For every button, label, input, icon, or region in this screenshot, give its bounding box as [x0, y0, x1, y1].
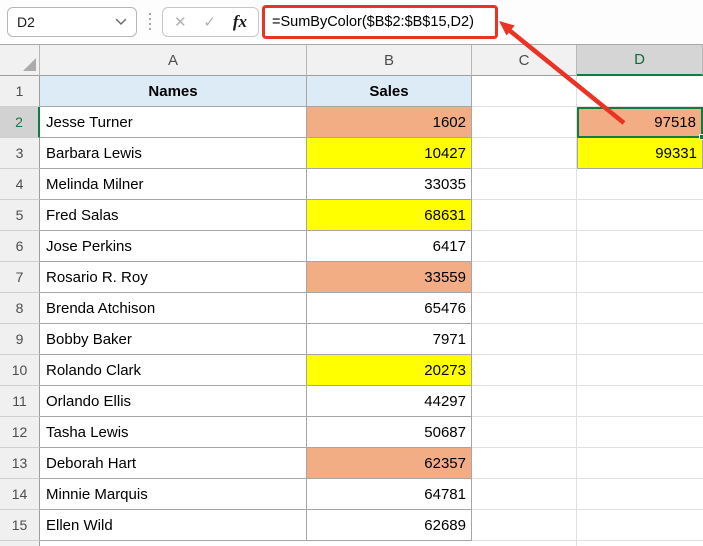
- formula-button-group: ✕ ✓ fx: [162, 7, 259, 37]
- sales-cell[interactable]: 20273: [307, 355, 472, 386]
- select-all-triangle-icon: [23, 58, 36, 71]
- names-column-title[interactable]: Names: [40, 76, 307, 107]
- sales-cell[interactable]: 65476: [307, 293, 472, 324]
- sales-cell[interactable]: 50687: [307, 417, 472, 448]
- name-cell[interactable]: Rolando Clark: [40, 355, 307, 386]
- chevron-down-icon: [115, 18, 127, 26]
- row-header[interactable]: 9: [0, 324, 40, 355]
- name-box-value: D2: [17, 14, 115, 30]
- name-cell[interactable]: Brenda Atchison: [40, 293, 307, 324]
- sales-cell[interactable]: 62357: [307, 448, 472, 479]
- row-header[interactable]: 13: [0, 448, 40, 479]
- name-cell[interactable]: Bobby Baker: [40, 324, 307, 355]
- column-header-b[interactable]: B: [307, 45, 472, 76]
- row-header-partial: [0, 541, 40, 546]
- name-cell[interactable]: Deborah Hart: [40, 448, 307, 479]
- name-cell[interactable]: Orlando Ellis: [40, 386, 307, 417]
- column-header-d[interactable]: D: [577, 45, 703, 76]
- sales-cell[interactable]: 7971: [307, 324, 472, 355]
- row-header[interactable]: 10: [0, 355, 40, 386]
- column-header-a[interactable]: A: [40, 45, 307, 76]
- insert-function-button[interactable]: fx: [233, 12, 247, 32]
- formula-input[interactable]: =SumByColor($B$2:$B$15,D2): [262, 5, 498, 39]
- formula-text: =SumByColor($B$2:$B$15,D2): [272, 14, 474, 30]
- cancel-button[interactable]: ✕: [174, 13, 187, 31]
- spreadsheet-grid: A B C D 1 Names Sales 2 Jesse Turner 160…: [0, 45, 703, 546]
- sales-cell[interactable]: 62689: [307, 510, 472, 541]
- row-header[interactable]: 2: [0, 107, 40, 138]
- name-cell[interactable]: Tasha Lewis: [40, 417, 307, 448]
- name-cell[interactable]: Rosario R. Roy: [40, 262, 307, 293]
- row-header[interactable]: 12: [0, 417, 40, 448]
- row-header[interactable]: 4: [0, 169, 40, 200]
- name-cell[interactable]: Ellen Wild: [40, 510, 307, 541]
- formula-bar-divider: [149, 13, 151, 30]
- sales-column-title[interactable]: Sales: [307, 76, 472, 107]
- row-header[interactable]: 6: [0, 231, 40, 262]
- sales-cell[interactable]: 33559: [307, 262, 472, 293]
- sales-cell[interactable]: 10427: [307, 138, 472, 169]
- column-header-c[interactable]: C: [472, 45, 577, 76]
- name-cell[interactable]: Jose Perkins: [40, 231, 307, 262]
- sales-cell[interactable]: 6417: [307, 231, 472, 262]
- name-cell[interactable]: Melinda Milner: [40, 169, 307, 200]
- sales-cell[interactable]: 68631: [307, 200, 472, 231]
- row-header[interactable]: 11: [0, 386, 40, 417]
- row-header[interactable]: 5: [0, 200, 40, 231]
- name-cell[interactable]: Fred Salas: [40, 200, 307, 231]
- sales-cell[interactable]: 64781: [307, 479, 472, 510]
- sales-cell[interactable]: 33035: [307, 169, 472, 200]
- name-cell[interactable]: Jesse Turner: [40, 107, 307, 138]
- enter-button[interactable]: ✓: [203, 13, 216, 31]
- fill-handle[interactable]: [699, 134, 703, 140]
- row-header[interactable]: 8: [0, 293, 40, 324]
- result-cell-d3[interactable]: 99331: [577, 138, 703, 169]
- row-header[interactable]: 15: [0, 510, 40, 541]
- row-header[interactable]: 14: [0, 479, 40, 510]
- name-cell[interactable]: Barbara Lewis: [40, 138, 307, 169]
- sales-cell[interactable]: 1602: [307, 107, 472, 138]
- row-header[interactable]: 1: [0, 76, 40, 107]
- select-all-corner[interactable]: [0, 45, 40, 76]
- result-cell-d2[interactable]: 97518: [577, 107, 703, 138]
- name-cell[interactable]: Minnie Marquis: [40, 479, 307, 510]
- formula-bar: D2 ✕ ✓ fx =SumByColor($B$2:$B$15,D2): [0, 0, 703, 45]
- sales-cell[interactable]: 44297: [307, 386, 472, 417]
- row-header[interactable]: 3: [0, 138, 40, 169]
- name-box[interactable]: D2: [7, 7, 137, 37]
- row-header[interactable]: 7: [0, 262, 40, 293]
